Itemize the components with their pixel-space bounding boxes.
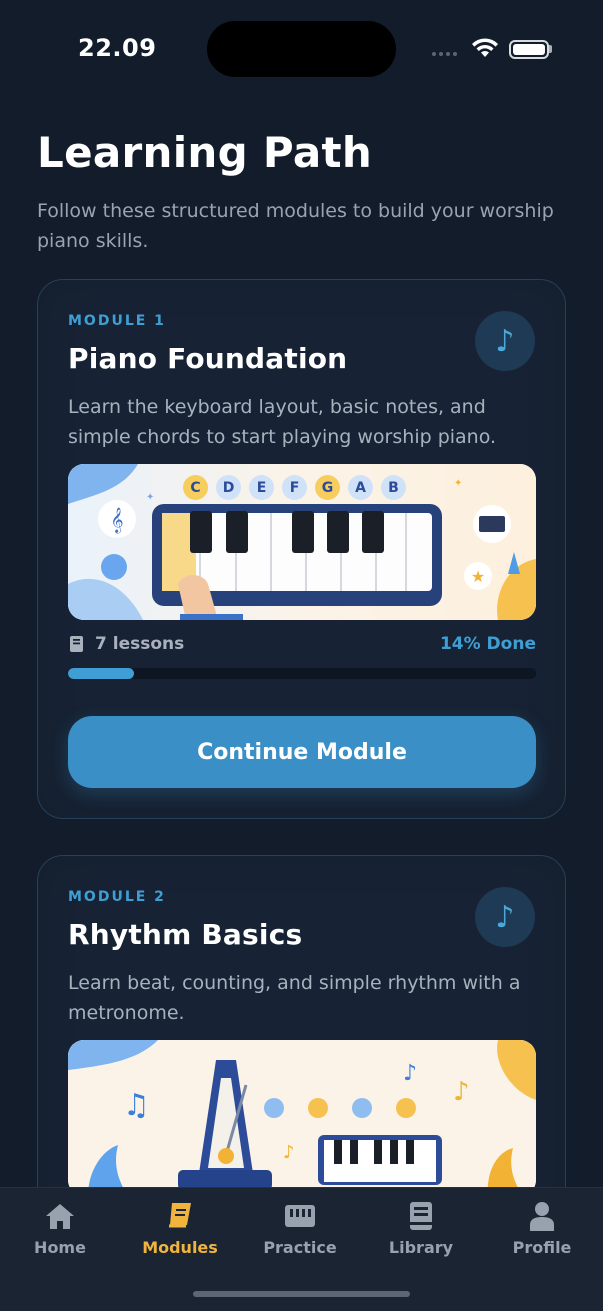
svg-text:★: ★ [471,567,485,586]
nav-item-practice[interactable]: Practice [240,1200,360,1257]
nav-item-home[interactable]: Home [0,1200,120,1257]
metronome-illustration: ♫ ♪ ♪ ♪ [68,1040,536,1196]
wifi-icon [472,38,498,57]
progress-percent: 14% Done [439,634,536,654]
module-title: Piano Foundation [68,342,348,375]
module-title: Rhythm Basics [68,918,303,951]
note-letter: B [381,475,406,500]
note-letter: D [216,475,241,500]
battery-icon [509,40,549,59]
module-number: MODULE 1 [68,313,166,329]
note-letter: F [282,475,307,500]
home-icon [44,1200,76,1232]
music-note-icon: ♪ [475,311,535,371]
page-title: Learning Path [37,128,373,177]
svg-text:𝄞: 𝄞 [110,507,123,533]
svg-text:✦: ✦ [146,492,154,503]
keyboard-icon [284,1200,316,1232]
nav-label: Home [34,1238,86,1257]
svg-text:♪: ♪ [453,1077,470,1107]
note-letter: C [183,475,208,500]
svg-text:♪: ♪ [283,1142,295,1163]
book-icon [164,1200,196,1232]
music-note-icon: ♪ [475,887,535,947]
nav-label: Library [388,1238,454,1257]
module-description: Learn the keyboard layout, basic notes, … [68,396,497,448]
lessons-row: 7 lessons 14% Done [68,634,536,654]
dynamic-island [207,21,396,77]
home-indicator [193,1291,410,1297]
note-letter: E [249,475,274,500]
nav-label: Practice [263,1238,337,1257]
svg-text:✦: ✦ [454,478,462,489]
module-description: Learn beat, counting, and simple rhythm … [68,972,521,1024]
module-card-piano-foundation[interactable]: MODULE 1 Piano Foundation ♪ Learn the ke… [37,279,566,819]
battery-cap [549,45,552,53]
nav-item-library[interactable]: Library [361,1200,481,1257]
lesson-count: 7 lessons [95,634,185,654]
progress-fill [68,668,134,679]
piano-illustration: 𝄞 ★ ✦ ✦ CDEFGAB [68,464,536,620]
svg-text:♪: ♪ [403,1061,417,1086]
module-number: MODULE 2 [68,889,166,905]
nav-item-profile[interactable]: Profile [482,1200,602,1257]
status-time: 22.09 [78,34,157,62]
nav-label: Profile [512,1238,572,1257]
note-letter: A [348,475,373,500]
library-icon [405,1200,437,1232]
note-letter: G [315,475,340,500]
page-subtitle: Follow these structured modules to build… [37,200,554,252]
cellular-signal-icon [432,52,457,56]
continue-module-button[interactable]: Continue Module [68,716,536,788]
status-bar: 22.09 [0,0,603,96]
nav-label: Modules [142,1238,218,1257]
book-icon [70,636,83,652]
progress-bar [68,668,536,679]
nav-item-modules[interactable]: Modules [120,1200,240,1257]
person-icon [526,1200,558,1232]
note-letters: CDEFGAB [183,475,406,500]
module-card-rhythm-basics[interactable]: MODULE 2 Rhythm Basics ♪ Learn beat, cou… [37,855,566,1235]
svg-text:♫: ♫ [123,1088,150,1123]
